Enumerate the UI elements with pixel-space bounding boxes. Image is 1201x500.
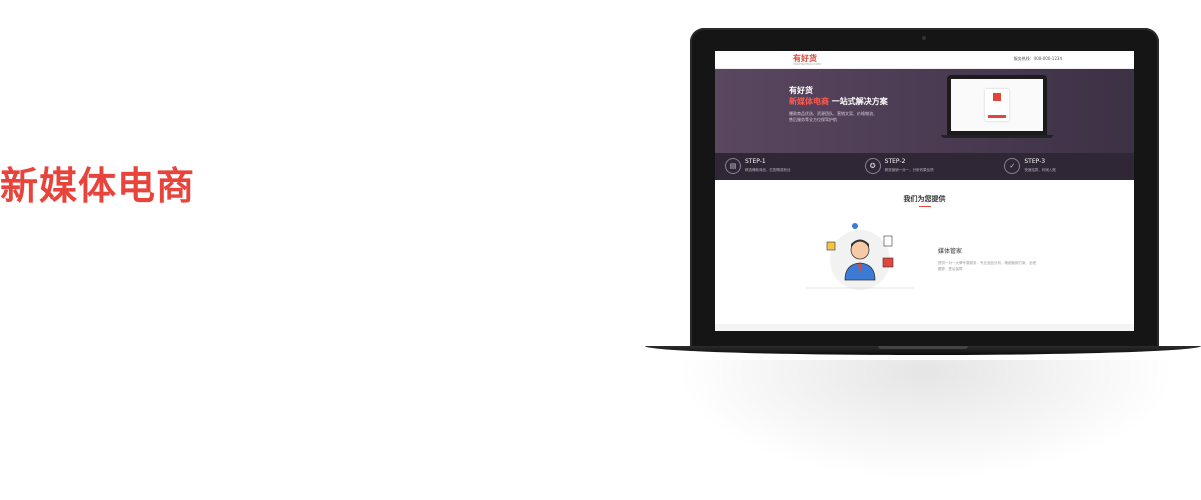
laptop-notch <box>878 346 968 349</box>
step-name: STEP-3 <box>1024 158 1046 165</box>
laptop-base <box>645 346 1201 355</box>
step-desc: 精准营销一对一，分析效果反馈 <box>884 168 934 172</box>
step-name: STEP-2 <box>884 158 906 165</box>
media-manager-illustration <box>805 223 915 290</box>
step-name: STEP-1 <box>745 158 766 165</box>
step-1: ▤ STEP-1 精选爆款商品，匹配精准粉丝 <box>715 153 855 180</box>
page-headline: 新媒体电商 <box>0 164 196 208</box>
footer-strip <box>715 324 1134 331</box>
service-name: 媒体管家 <box>938 248 963 255</box>
doc-icon: ▤ <box>725 158 741 174</box>
site-header: 有好货 YOUHAOHUO.COM 服务热线：400-000-1234 <box>715 51 1134 69</box>
services-section: 我们为您提供 媒体管家 提供一对一大牌专属服务，专业选品分析，精细营销方案，全程… <box>715 180 1134 331</box>
steps-bar: ▤ STEP-1 精选爆款商品，匹配精准粉丝 ✪ STEP-2 精准营销一对一，… <box>715 153 1134 180</box>
laptop-shadow <box>676 360 1176 480</box>
step-desc: 快速结算，利润入账 <box>1024 168 1056 172</box>
hero-subtitle: 新媒体电商 一站式解决方案 <box>789 96 888 107</box>
login-card-image <box>985 89 1009 121</box>
hero-subtitle-highlight: 新媒体电商 <box>789 97 829 106</box>
laptop-lid: 有好货 YOUHAOHUO.COM 服务热线：400-000-1234 有好货 … <box>690 28 1159 348</box>
step-3: ✓ STEP-3 快速结算，利润入账 <box>994 153 1134 180</box>
service-description: 提供一对一大牌专属服务，专业选品分析，精细营销方案，全程跟踪，售后保障 <box>938 261 1036 271</box>
hero-laptop-image <box>947 75 1047 135</box>
hero-description: 爆款商品优选、资源团队、营销文案、价格物流、售后服务等全方位保驾护航 <box>789 111 877 122</box>
site-logo-sub: YOUHAOHUO.COM <box>793 62 821 66</box>
camera-icon <box>922 36 926 40</box>
laptop-screen: 有好货 YOUHAOHUO.COM 服务热线：400-000-1234 有好货 … <box>715 51 1134 331</box>
section-underline <box>919 206 931 207</box>
step-2: ✪ STEP-2 精准营销一对一，分析效果反馈 <box>855 153 995 180</box>
section-title: 我们为您提供 <box>903 195 946 203</box>
hero-banner: 有好货 新媒体电商 一站式解决方案 爆款商品优选、资源团队、营销文案、价格物流、… <box>715 69 1134 153</box>
check-icon: ✓ <box>1004 158 1021 174</box>
award-icon: ✪ <box>864 158 881 174</box>
hero-title: 有好货 <box>789 86 813 95</box>
step-desc: 精选爆款商品，匹配精准粉丝 <box>745 168 791 172</box>
contact-info: 服务热线：400-000-1234 <box>1013 56 1062 61</box>
hero-subtitle-rest: 一站式解决方案 <box>829 97 888 106</box>
